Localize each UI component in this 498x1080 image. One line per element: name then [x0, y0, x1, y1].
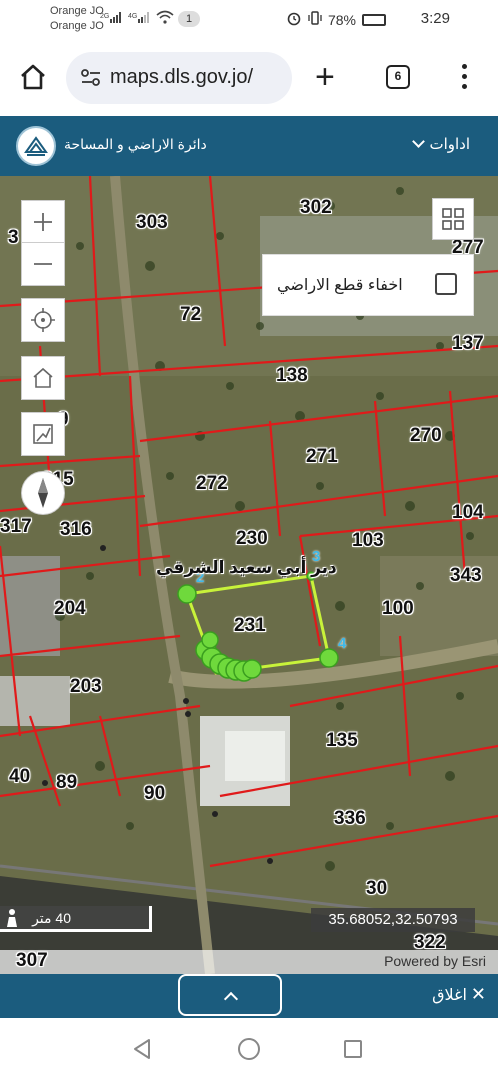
parcel-label[interactable]: 103: [352, 530, 384, 552]
locate-me-button[interactable]: [21, 298, 65, 342]
hide-parcels-label: اخفاء قطع الاراضي: [277, 277, 403, 294]
parcel-label[interactable]: 317: [0, 516, 32, 538]
map-view[interactable]: 303 302 277 3 72 137 138 270 271 272 215…: [0, 176, 498, 974]
alarm-icon: [286, 10, 302, 29]
place-name-label: دير أبي سعيد الشرقي: [156, 558, 337, 577]
parcel-label[interactable]: 271: [306, 446, 338, 468]
parcel-label[interactable]: 203: [70, 676, 102, 698]
parcel-label[interactable]: 90: [144, 783, 165, 805]
chevron-down-icon: [412, 135, 426, 148]
measure-icon: [33, 424, 53, 444]
parcel-label[interactable]: 343: [450, 565, 482, 587]
new-tab-button[interactable]: +: [315, 60, 335, 94]
parcel-label[interactable]: 272: [196, 473, 228, 495]
close-button[interactable]: ✕ اغلاق: [432, 984, 486, 1005]
crosshair-icon: [31, 308, 55, 332]
parcel-label[interactable]: 135: [326, 730, 358, 752]
browser-menu-icon[interactable]: [456, 62, 472, 92]
hide-parcels-checkbox[interactable]: [435, 273, 457, 295]
back-icon[interactable]: [132, 1038, 152, 1065]
app-title: دائرة الاراضي و المساحة: [64, 136, 207, 152]
url-text[interactable]: maps.dls.gov.jo/: [110, 66, 253, 89]
grid-icon: [442, 208, 464, 230]
parcel-label[interactable]: 307: [16, 950, 48, 972]
battery-icon: [362, 13, 386, 26]
hide-parcels-panel: اخفاء قطع الاراضي: [262, 254, 474, 316]
system-nav-bar: [0, 1018, 498, 1080]
basemap-toggle-button[interactable]: [432, 198, 474, 240]
attribution-bar: Powered by Esri: [0, 950, 498, 974]
close-icon: ✕: [470, 984, 486, 1004]
recents-icon[interactable]: [344, 1040, 362, 1058]
status-bar: Orange JO Orange JO 2G 4G 1 78% 3:29: [0, 0, 498, 40]
svg-text:2G: 2G: [100, 13, 109, 20]
parcel-label[interactable]: 137: [452, 333, 484, 355]
zoom-in-button[interactable]: [21, 200, 65, 244]
parcel-label[interactable]: 302: [300, 197, 332, 219]
site-settings-icon[interactable]: [80, 68, 102, 88]
parcel-label[interactable]: 72: [180, 304, 201, 326]
notification-badge: 1: [178, 11, 200, 27]
parcel-label[interactable]: 40: [9, 766, 30, 788]
parcel-label[interactable]: 89: [56, 772, 77, 794]
home-icon[interactable]: [18, 62, 48, 92]
home-nav-icon[interactable]: [238, 1038, 260, 1060]
signal-2-icon: 4G: [128, 10, 154, 27]
expand-panel-button[interactable]: [178, 974, 282, 1016]
zoom-out-button[interactable]: [21, 242, 65, 286]
parcel-label[interactable]: 30: [366, 878, 387, 900]
vertex-label: 4: [338, 635, 347, 652]
scale-bar: 40 متر: [0, 906, 152, 932]
tools-menu[interactable]: اداوات: [412, 135, 470, 153]
parcel-label[interactable]: 316: [60, 519, 92, 541]
battery-percent: 78%: [327, 11, 356, 28]
browser-toolbar: maps.dls.gov.jo/ + 6: [0, 40, 498, 116]
attribution-text[interactable]: Powered by Esri: [384, 953, 486, 969]
parcel-label[interactable]: 100: [382, 598, 414, 620]
parcel-label[interactable]: 3: [8, 227, 19, 249]
parcel-label[interactable]: 303: [136, 212, 168, 234]
measure-button[interactable]: [21, 412, 65, 456]
bottom-panel-bar: ✕ اغلاق: [0, 974, 498, 1018]
parcel-label[interactable]: 270: [410, 425, 442, 447]
wifi-icon: [156, 10, 174, 27]
parcel-label[interactable]: 230: [236, 528, 268, 550]
chevron-up-icon: [223, 991, 239, 1007]
svg-text:4G: 4G: [128, 13, 137, 20]
status-icons: 78%: [286, 10, 386, 29]
carrier-2: Orange JO: [50, 20, 104, 32]
signal-1-icon: 2G: [100, 10, 126, 27]
parcel-label[interactable]: 231: [234, 615, 266, 637]
coordinates-readout: 35.68052,32.50793: [311, 908, 475, 932]
parcel-label[interactable]: 336: [334, 808, 366, 830]
compass-icon[interactable]: [21, 471, 65, 515]
vibrate-icon: [308, 10, 322, 29]
app-header: دائرة الاراضي و المساحة اداوات: [0, 116, 498, 176]
person-icon: [4, 908, 20, 933]
tab-switcher-button[interactable]: 6: [386, 65, 410, 89]
scale-label: 40 متر: [32, 910, 71, 926]
parcel-label[interactable]: 138: [276, 365, 308, 387]
close-label: اغلاق: [432, 986, 467, 1004]
clock: 3:29: [420, 10, 450, 27]
tools-label: اداوات: [429, 136, 470, 153]
parcel-label[interactable]: 104: [452, 502, 484, 524]
dls-logo-icon: [16, 126, 56, 166]
house-icon: [33, 367, 53, 388]
carrier-1: Orange JO: [50, 5, 104, 17]
home-extent-button[interactable]: [21, 356, 65, 400]
address-bar[interactable]: maps.dls.gov.jo/: [66, 52, 292, 104]
parcel-label[interactable]: 204: [54, 598, 86, 620]
